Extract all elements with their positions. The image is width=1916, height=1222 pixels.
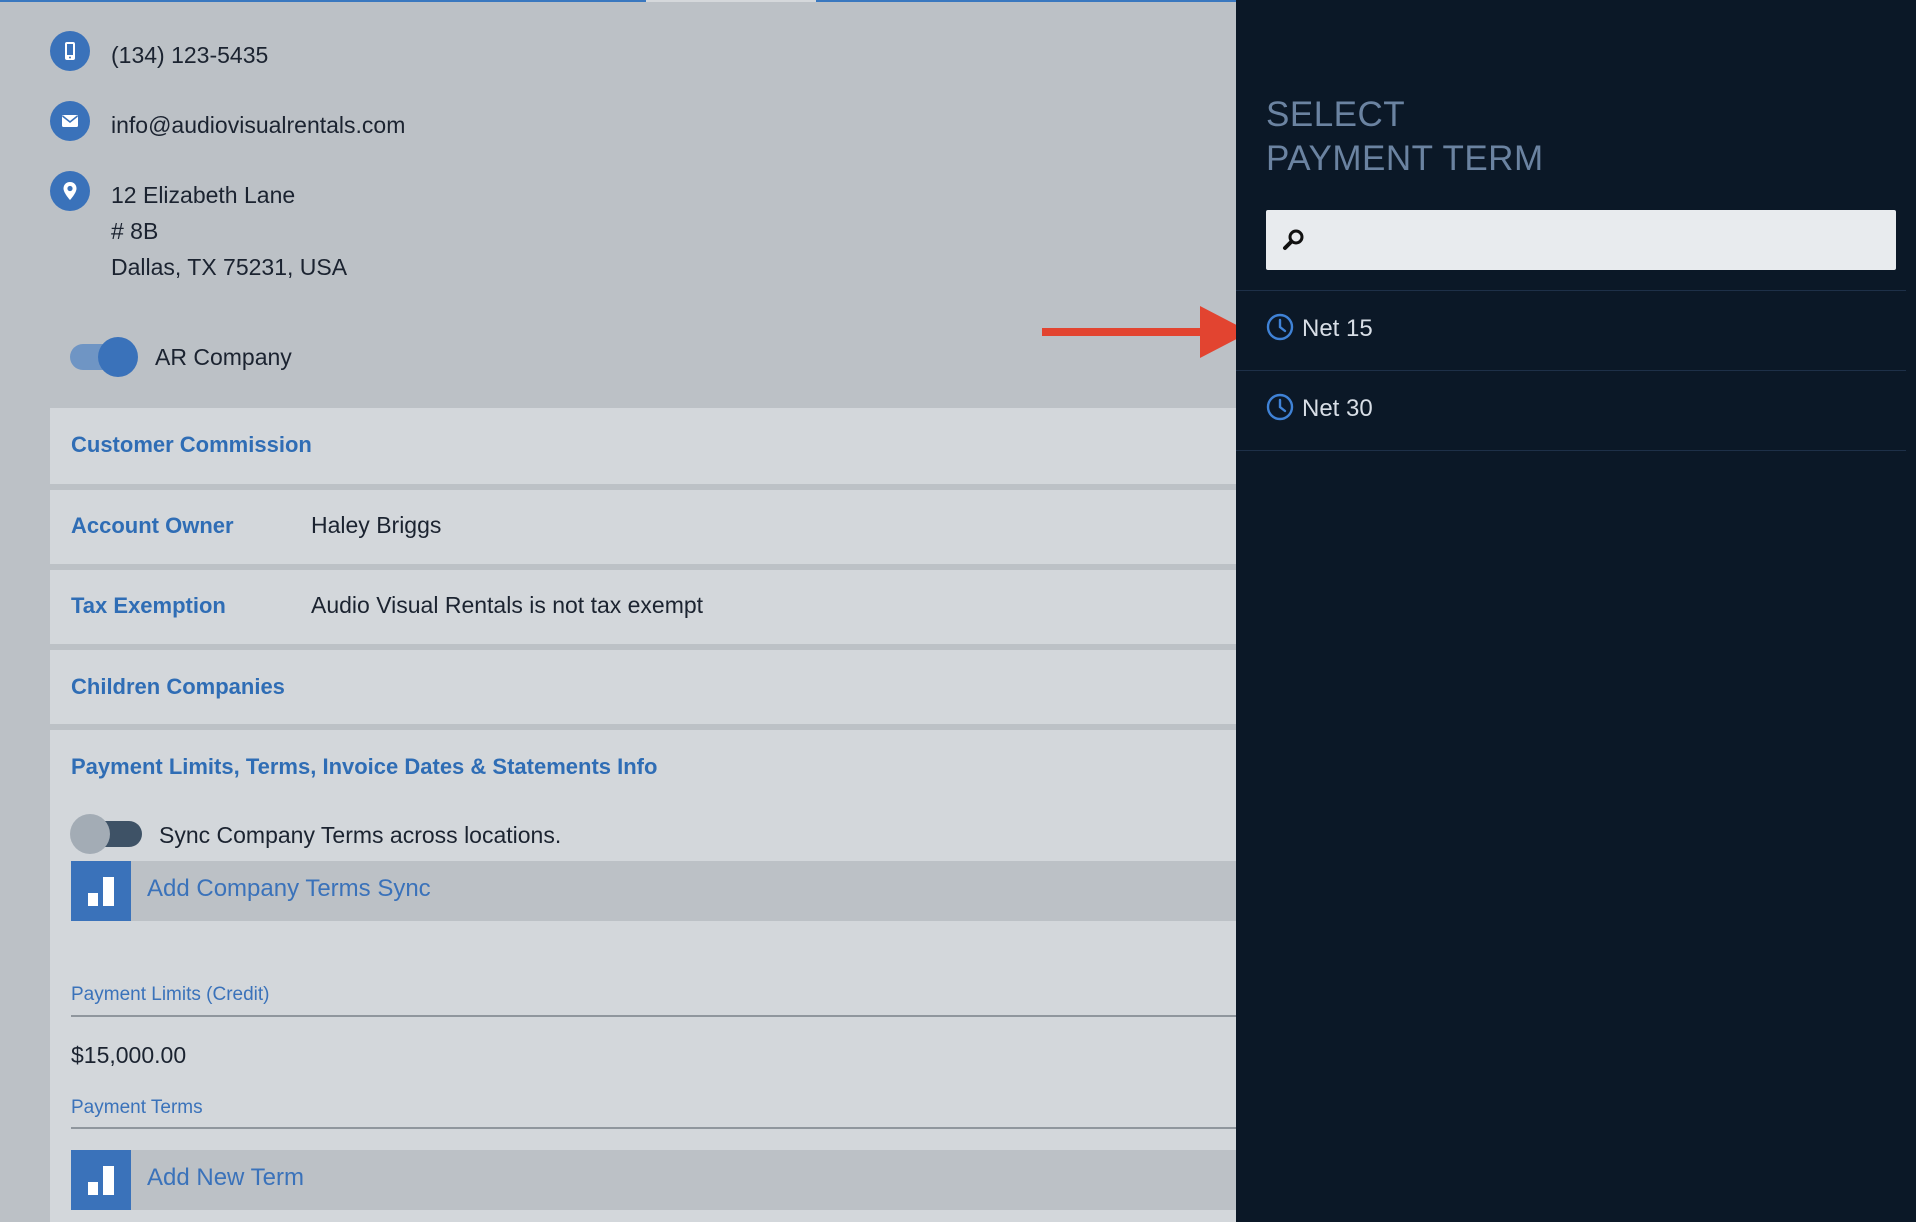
payment-limits-title[interactable]: Payment Limits, Terms, Invoice Dates & S…: [71, 754, 657, 780]
tax-exemption-value: Audio Visual Rentals is not tax exempt: [311, 592, 704, 618]
payment-limits-section: Payment Limits, Terms, Invoice Dates & S…: [50, 730, 1236, 1222]
phone-number[interactable]: (134) 123-5435: [111, 37, 268, 73]
add-new-term-button[interactable]: Add New Term: [71, 1150, 1236, 1210]
add-new-term-label: Add New Term: [147, 1164, 304, 1191]
panel-title: SELECT PAYMENT TERM: [1266, 93, 1544, 181]
panel-title-line-2: PAYMENT TERM: [1266, 139, 1544, 178]
address-line-3: Dallas, TX 75231, USA: [111, 254, 348, 280]
ar-company-toggle[interactable]: [70, 337, 140, 377]
term-option-label: Net 30: [1302, 395, 1373, 422]
sync-terms-toggle-knob: [70, 814, 110, 854]
panel-title-line-1: SELECT: [1266, 95, 1406, 134]
top-progress-gap: [646, 0, 816, 2]
list-divider: [1236, 450, 1906, 451]
tax-exemption-title: Tax Exemption: [71, 593, 226, 618]
sync-terms-label: Sync Company Terms across locations.: [159, 822, 562, 848]
search-input[interactable]: [1316, 210, 1890, 272]
tax-exemption-section[interactable]: Tax Exemption Audio Visual Rentals is no…: [50, 570, 1236, 644]
children-companies-section[interactable]: Children Companies: [50, 650, 1236, 724]
payment-limits-credit-divider: [71, 1015, 1236, 1017]
payment-terms-label: Payment Terms: [71, 1097, 203, 1118]
email-address[interactable]: info@audiovisualrentals.com: [111, 107, 405, 143]
clock-icon: [1266, 393, 1294, 426]
bar-chart-icon: [71, 861, 131, 921]
sync-terms-toggle[interactable]: [70, 814, 144, 854]
customer-commission-section[interactable]: Customer Commission: [50, 408, 1236, 484]
term-option-net-30[interactable]: Net 30: [1236, 371, 1906, 449]
search-box[interactable]: [1266, 210, 1896, 272]
account-owner-title: Account Owner: [71, 513, 234, 538]
location-pin-icon: [50, 171, 90, 211]
annotation-arrow: [1042, 306, 1250, 358]
term-option-label: Net 15: [1302, 315, 1373, 342]
clock-icon: [1266, 313, 1294, 346]
select-payment-term-panel: SELECT PAYMENT TERM Net 15 Net 30: [1236, 0, 1916, 1222]
phone-icon: [50, 31, 90, 71]
customer-commission-title: Customer Commission: [71, 432, 312, 457]
term-option-net-15[interactable]: Net 15: [1236, 291, 1906, 369]
address-line-2: # 8B: [111, 218, 159, 244]
payment-limits-credit-value: $15,000.00: [71, 1042, 187, 1068]
ar-company-label: AR Company: [155, 344, 292, 370]
ar-company-toggle-knob: [98, 337, 138, 377]
payment-terms-divider: [71, 1127, 1236, 1129]
search-icon: [1282, 228, 1306, 257]
account-owner-value: Haley Briggs: [311, 512, 442, 538]
top-progress-line: [0, 0, 1236, 2]
bar-chart-icon: [71, 1150, 131, 1210]
add-company-terms-sync-label: Add Company Terms Sync: [147, 875, 431, 902]
address-line-1: 12 Elizabeth Lane: [111, 182, 296, 208]
add-company-terms-sync-button[interactable]: Add Company Terms Sync: [71, 861, 1236, 921]
account-owner-section[interactable]: Account Owner Haley Briggs: [50, 490, 1236, 564]
envelope-icon: [50, 101, 90, 141]
children-companies-title: Children Companies: [71, 674, 285, 699]
company-details: (134) 123-5435 info@audiovisualrentals.c…: [0, 0, 1236, 1222]
payment-limits-credit-label: Payment Limits (Credit): [71, 984, 270, 1005]
